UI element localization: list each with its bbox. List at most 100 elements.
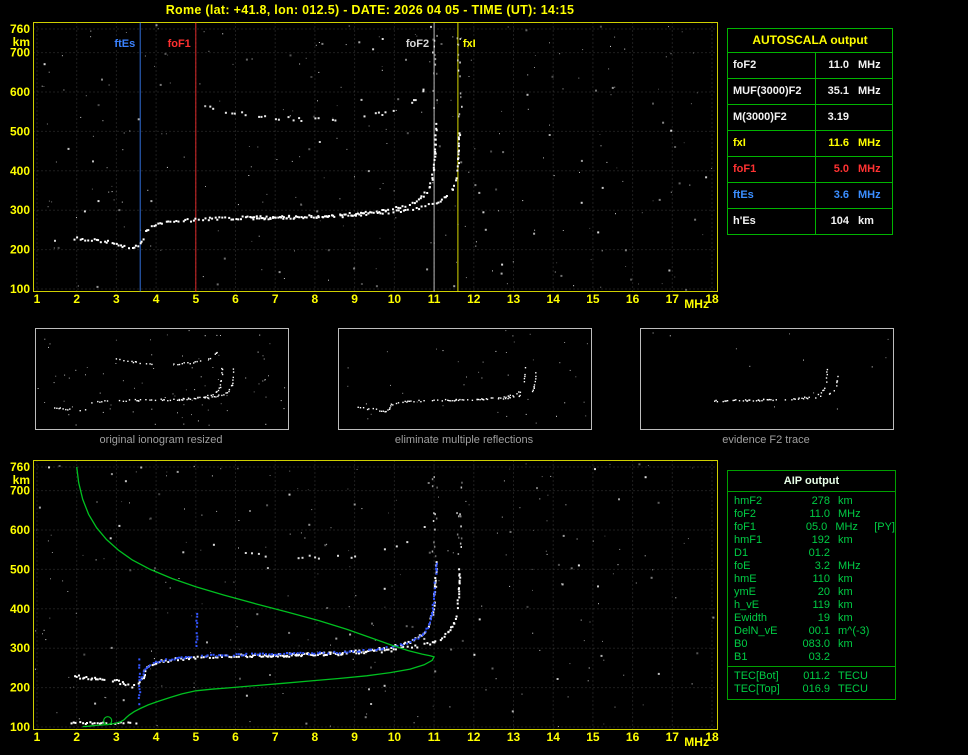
param-note: [878, 534, 895, 547]
param-label: hmF1: [734, 534, 763, 546]
svg-text:17: 17: [666, 292, 680, 306]
param-unit: [830, 547, 878, 560]
autoscala-row: ftEs 3.6 MHz: [728, 183, 892, 209]
autoscala-output-panel: AUTOSCALA output foF2 11.0 MHz MUF(3000)F2 3…: [727, 28, 893, 235]
autoscala-row: foF1 5.0 MHz: [728, 157, 892, 183]
svg-text:100: 100: [10, 720, 30, 734]
param-unit: km: [838, 638, 853, 650]
autoscala-rows: foF2 11.0 MHz MUF(3000)F2 35.1 MHz M(3000)F2 3.…: [728, 53, 892, 234]
svg-text:400: 400: [10, 164, 30, 178]
svg-text:2: 2: [73, 730, 80, 744]
param-label: ftEs: [728, 183, 816, 208]
param-label: D1: [734, 547, 749, 559]
svg-text:4: 4: [153, 292, 160, 306]
svg-text:16: 16: [626, 292, 640, 306]
aip-tec-rows: TEC[Bot] 011.2 TECU TEC[Top] 016.9 TECU: [728, 666, 895, 699]
param-value: 110: [812, 573, 830, 585]
svg-text:400: 400: [10, 602, 30, 616]
param-label: foF2: [728, 53, 816, 78]
param-note: [878, 560, 895, 573]
param-label: foF2: [734, 508, 757, 520]
param-unit: MHz: [858, 137, 881, 149]
param-note: [PY]: [874, 521, 895, 533]
aip-row: Ewidth 19 km: [728, 612, 895, 625]
param-unit: km: [838, 573, 853, 585]
param-label: Ewidth: [734, 612, 768, 624]
svg-text:300: 300: [10, 203, 30, 217]
param-unit: MHz: [858, 59, 881, 71]
param-value: 01.2: [808, 547, 830, 559]
svg-text:16: 16: [626, 730, 640, 744]
param-unit: [849, 105, 892, 130]
svg-text:4: 4: [153, 730, 160, 744]
aip-row: foF2 11.0 MHz: [728, 508, 895, 521]
svg-text:7: 7: [272, 292, 279, 306]
param-label: hmE: [734, 573, 757, 585]
svg-text:11: 11: [428, 292, 441, 306]
svg-text:17: 17: [666, 730, 680, 744]
param-label: h_vE: [734, 599, 760, 611]
param-label: foF1: [728, 157, 816, 182]
aip-row: B0 083.0 km: [728, 638, 895, 651]
svg-text:600: 600: [10, 85, 30, 99]
svg-text:foF1: foF1: [168, 38, 191, 50]
svg-text:200: 200: [10, 243, 30, 257]
param-note: [878, 547, 895, 560]
autoscala-panel-title: AUTOSCALA output: [728, 29, 892, 53]
param-note: [878, 638, 895, 651]
svg-text:km: km: [13, 35, 30, 49]
param-label: TEC[Top]: [734, 683, 780, 695]
aip-row: h_vE 119 km: [728, 599, 895, 612]
param-label: M(3000)F2: [728, 105, 816, 130]
param-value: 05.0: [805, 521, 828, 533]
param-value: 011.2: [803, 670, 830, 682]
param-value: 3.6: [833, 189, 849, 201]
svg-text:15: 15: [586, 730, 600, 744]
param-value: 016.9: [802, 683, 830, 695]
svg-text:600: 600: [10, 523, 30, 537]
param-label: DelN_vE: [734, 625, 778, 637]
page-title: Rome (lat: +41.8, lon: 012.5) - DATE: 20…: [165, 3, 575, 17]
param-label: foE: [734, 560, 751, 572]
svg-text:6: 6: [232, 730, 239, 744]
param-value: 11.6: [828, 137, 849, 149]
param-label: TEC[Bot]: [734, 670, 779, 682]
aip-row: TEC[Top] 016.9 TECU: [728, 683, 895, 696]
svg-text:fxI: fxI: [463, 38, 476, 50]
param-unit: km: [838, 495, 853, 507]
param-value: 104: [830, 215, 849, 227]
autoscala-app-window: Rome (lat: +41.8, lon: 012.5) - DATE: 20…: [0, 0, 968, 755]
param-note: [878, 670, 895, 683]
svg-text:15: 15: [586, 292, 600, 306]
aip-row: hmF2 278 km: [728, 495, 895, 508]
param-value: 35.1: [827, 85, 849, 97]
param-value: 278: [811, 495, 830, 507]
svg-text:300: 300: [10, 641, 30, 655]
param-value: 03.2: [808, 651, 830, 663]
svg-text:100: 100: [10, 282, 30, 296]
aip-row: hmF1 192 km: [728, 534, 895, 547]
bottom-ionogram-profile-chart: 760700600500400300200100km1 2 3 4 5 6 7 8 9 10 11 1…: [10, 460, 719, 749]
param-unit: TECU: [838, 683, 868, 695]
svg-text:12: 12: [467, 730, 481, 744]
thumbnail-f2-trace: [640, 328, 894, 430]
thumbnail-filtered-canvas: [347, 330, 588, 424]
param-note: [878, 651, 895, 664]
svg-text:MHz: MHz: [684, 297, 709, 311]
param-label: B0: [734, 638, 748, 650]
thumbnail-original-ionogram: [35, 328, 289, 430]
svg-text:8: 8: [312, 292, 319, 306]
aip-panel-title: AIP output: [728, 471, 895, 492]
aip-rows: hmF2 278 km foF2 11.0 MHz foF1 05.0 MHz [PY] hmF1 1…: [728, 492, 895, 666]
param-unit: km: [838, 586, 853, 598]
svg-text:3: 3: [113, 730, 120, 744]
param-label: hmF2: [734, 495, 763, 507]
param-label: MUF(3000)F2: [728, 79, 816, 104]
param-value: 00.1: [808, 625, 830, 637]
param-unit: m^(-3): [838, 625, 870, 637]
svg-text:10: 10: [388, 292, 402, 306]
svg-text:6: 6: [232, 292, 239, 306]
thumbnail-filtered-ionogram: [338, 328, 592, 430]
param-unit: km: [838, 612, 853, 624]
param-value: 3.2: [814, 560, 830, 572]
